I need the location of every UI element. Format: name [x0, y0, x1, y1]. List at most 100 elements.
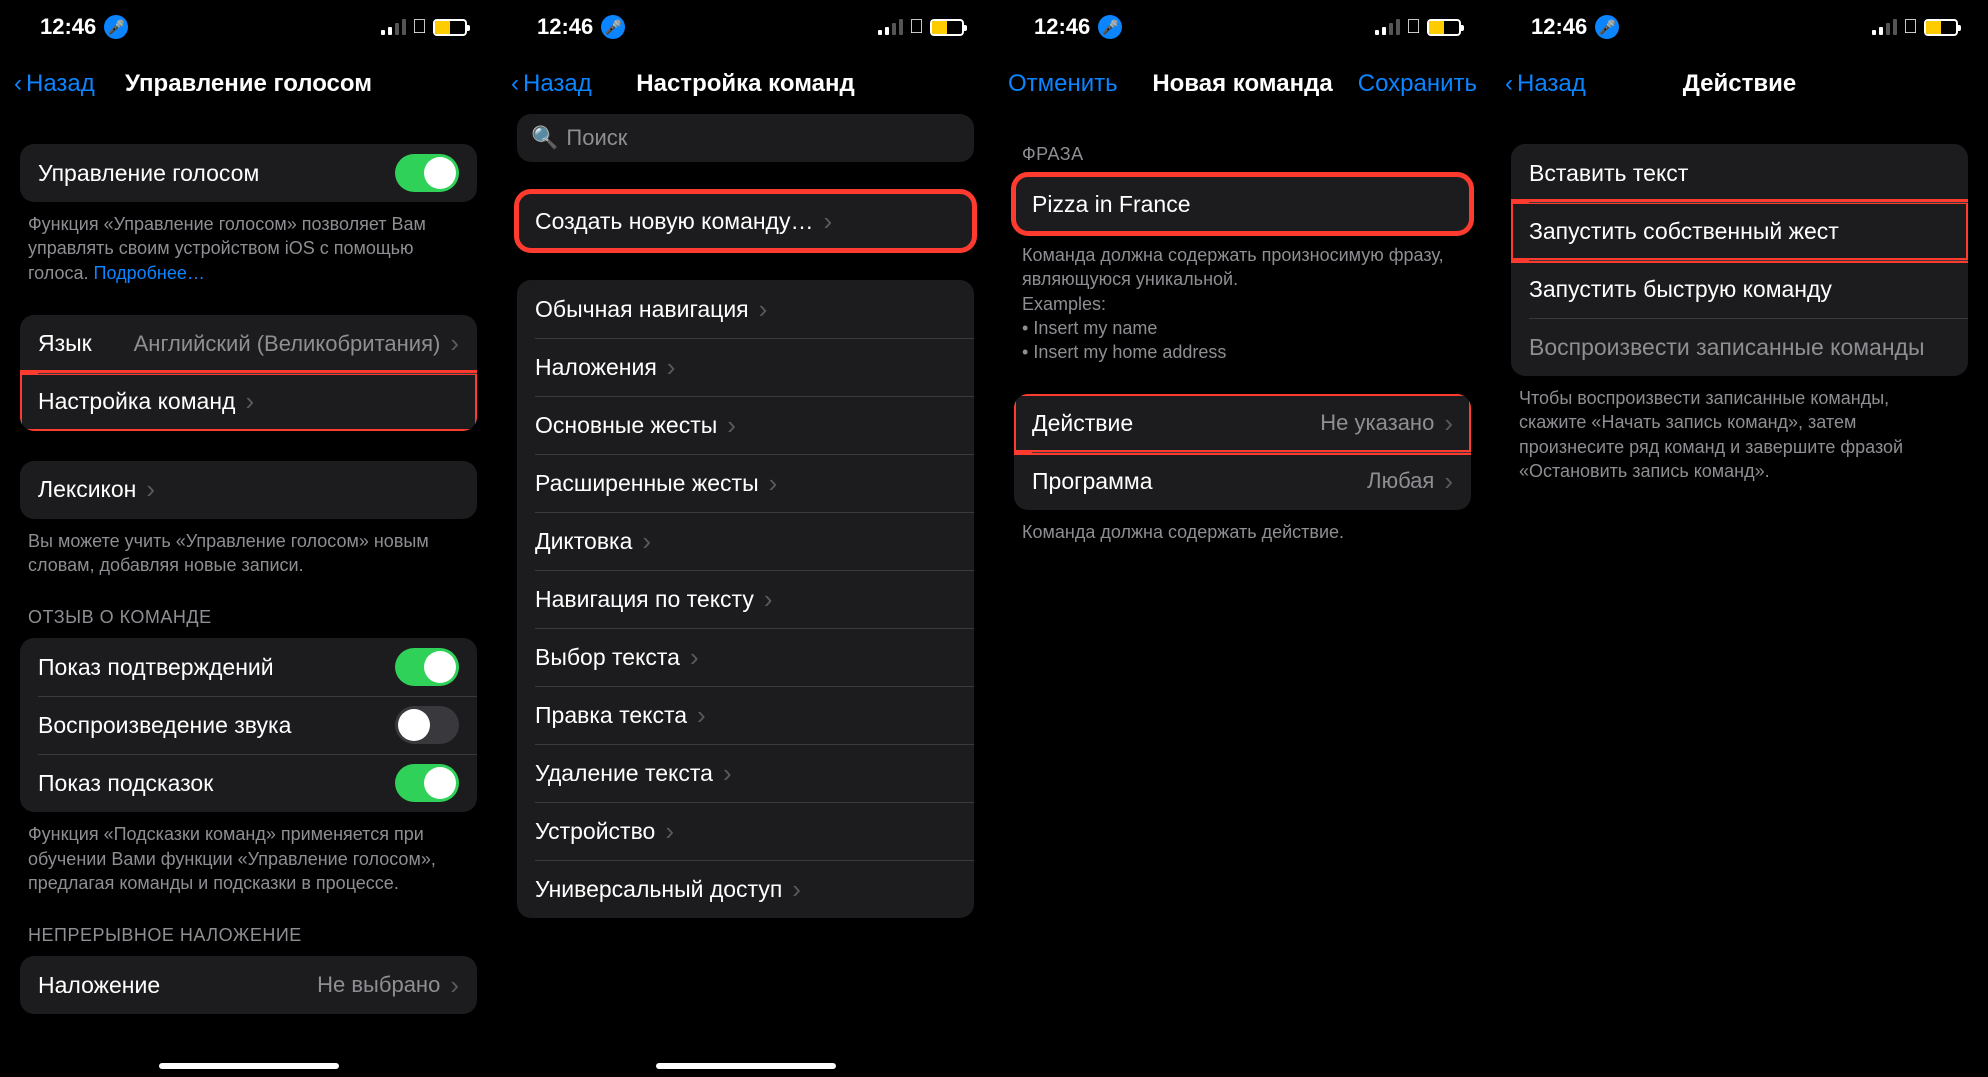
cancel-button[interactable]: Отменить: [1008, 70, 1118, 98]
back-button[interactable]: ‹ Назад: [1505, 70, 1586, 98]
screen-action: 12:46 🎤 􀙇 ‹ Назад Действие Вставить текс…: [1491, 0, 1988, 1077]
cellular-icon: [1872, 19, 1897, 35]
customize-commands-row[interactable]: Настройка команд ›: [20, 373, 477, 431]
status-icons: 􀙇: [1375, 16, 1461, 39]
screen-customize-commands: 12:46 🎤 􀙇 ‹ Назад Настройка команд 🔍 Пои…: [497, 0, 994, 1077]
app-label: Программа: [1032, 468, 1153, 495]
mic-icon: 🎤: [1098, 15, 1122, 39]
create-new-command-row[interactable]: Создать новую команду… ›: [517, 192, 974, 250]
home-indicator[interactable]: [159, 1063, 339, 1069]
battery-icon: [1924, 19, 1958, 36]
category-text-navigation[interactable]: Навигация по тексту›: [517, 570, 974, 628]
search-field[interactable]: 🔍 Поиск: [517, 114, 974, 162]
status-time: 12:46: [537, 14, 593, 40]
status-bar: 12:46 🎤 􀙇: [497, 0, 994, 54]
mic-icon: 🎤: [104, 15, 128, 39]
chevron-left-icon: ‹: [14, 70, 22, 98]
phrase-footer: Команда должна содержать произносимую фр…: [1014, 233, 1471, 364]
action-row[interactable]: Действие Не указано ›: [1014, 394, 1471, 452]
overlay-header: НЕПРЕРЫВНОЕ НАЛОЖЕНИЕ: [20, 925, 477, 956]
status-time: 12:46: [1034, 14, 1090, 40]
voice-control-toggle-row[interactable]: Управление голосом: [20, 144, 477, 202]
application-row[interactable]: Программа Любая ›: [1014, 452, 1471, 510]
show-confirmation-row[interactable]: Показ подтверждений: [20, 638, 477, 696]
cellular-icon: [1375, 19, 1400, 35]
overlay-label: Наложение: [38, 972, 160, 999]
run-shortcut-row[interactable]: Запустить быструю команду: [1511, 260, 1968, 318]
home-indicator[interactable]: [656, 1063, 836, 1069]
battery-icon: [433, 19, 467, 36]
category-overlays[interactable]: Наложения›: [517, 338, 974, 396]
example-2: Insert my home address: [1022, 340, 1463, 364]
save-button[interactable]: Сохранить: [1358, 70, 1477, 98]
phrase-input-row[interactable]: [1014, 175, 1471, 233]
chevron-right-icon: ›: [697, 700, 706, 731]
cellular-icon: [878, 19, 903, 35]
category-text-deletion[interactable]: Удаление текста›: [517, 744, 974, 802]
overlay-value: Не выбрано: [317, 972, 440, 998]
status-icons: 􀙇: [1872, 16, 1958, 39]
overlay-row[interactable]: Наложение Не выбрано ›: [20, 956, 477, 1014]
wifi-icon: 􀙇: [1406, 16, 1421, 39]
category-text-selection[interactable]: Выбор текста›: [517, 628, 974, 686]
back-label: Назад: [523, 70, 592, 98]
voice-control-switch[interactable]: [395, 154, 459, 192]
back-button[interactable]: ‹ Назад: [14, 70, 95, 98]
chevron-right-icon: ›: [450, 328, 459, 359]
custom-gesture-label: Запустить собственный жест: [1529, 218, 1839, 245]
screen-new-command: 12:46 🎤 􀙇 Отменить Новая команда Сохрани…: [994, 0, 1491, 1077]
mic-icon: 🎤: [1595, 15, 1619, 39]
status-icons: 􀙇: [878, 16, 964, 39]
wifi-icon: 􀙇: [1903, 16, 1918, 39]
nav-bar: Отменить Новая команда Сохранить: [994, 54, 1491, 114]
cellular-icon: [381, 19, 406, 35]
play-sound-switch[interactable]: [395, 706, 459, 744]
category-device[interactable]: Устройство›: [517, 802, 974, 860]
back-button[interactable]: ‹ Назад: [511, 70, 592, 98]
insert-text-row[interactable]: Вставить текст: [1511, 144, 1968, 202]
show-hints-switch[interactable]: [395, 764, 459, 802]
category-advanced-gestures[interactable]: Расширенные жесты›: [517, 454, 974, 512]
chevron-right-icon: ›: [823, 206, 832, 237]
vocabulary-row[interactable]: Лексикон ›: [20, 461, 477, 519]
feedback-header: ОТЗЫВ О КОМАНДЕ: [20, 607, 477, 638]
search-placeholder: Поиск: [566, 125, 627, 151]
vocab-footer: Вы можете учить «Управление голосом» нов…: [20, 519, 477, 578]
show-hints-row[interactable]: Показ подсказок: [20, 754, 477, 812]
nav-bar: ‹ Назад Настройка команд: [497, 54, 994, 114]
phrase-header: ФРАЗА: [1014, 144, 1471, 175]
play-sound-label: Воспроизведение звука: [38, 712, 291, 739]
category-text-editing[interactable]: Правка текста›: [517, 686, 974, 744]
phrase-input[interactable]: [1032, 191, 1453, 218]
playback-label: Воспроизвести записанные команды: [1529, 334, 1925, 361]
wifi-icon: 􀙇: [909, 16, 924, 39]
chevron-right-icon: ›: [450, 970, 459, 1001]
chevron-left-icon: ‹: [511, 70, 519, 98]
category-dictation[interactable]: Диктовка›: [517, 512, 974, 570]
example-1: Insert my name: [1022, 316, 1463, 340]
app-value: Любая: [1367, 468, 1434, 494]
learn-more-link[interactable]: Подробнее…: [94, 263, 205, 283]
search-icon: 🔍: [531, 125, 558, 151]
chevron-left-icon: ‹: [1505, 70, 1513, 98]
chevron-right-icon: ›: [723, 758, 732, 789]
run-custom-gesture-row[interactable]: Запустить собственный жест: [1511, 202, 1968, 260]
show-confirm-switch[interactable]: [395, 648, 459, 686]
language-row[interactable]: Язык Английский (Великобритания) ›: [20, 315, 477, 373]
language-label: Язык: [38, 330, 92, 357]
category-basic-navigation[interactable]: Обычная навигация›: [517, 280, 974, 338]
chevron-right-icon: ›: [642, 526, 651, 557]
back-label: Назад: [1517, 70, 1586, 98]
wifi-icon: 􀙇: [412, 16, 427, 39]
chevron-right-icon: ›: [667, 352, 676, 383]
status-time: 12:46: [40, 14, 96, 40]
chevron-right-icon: ›: [769, 468, 778, 499]
back-label: Назад: [26, 70, 95, 98]
category-accessibility[interactable]: Универсальный доступ›: [517, 860, 974, 918]
battery-icon: [930, 19, 964, 36]
status-bar: 12:46 🎤 􀙇: [994, 0, 1491, 54]
category-basic-gestures[interactable]: Основные жесты›: [517, 396, 974, 454]
play-sound-row[interactable]: Воспроизведение звука: [20, 696, 477, 754]
hints-footer: Функция «Подсказки команд» применяется п…: [20, 812, 477, 895]
action-value: Не указано: [1320, 410, 1434, 436]
